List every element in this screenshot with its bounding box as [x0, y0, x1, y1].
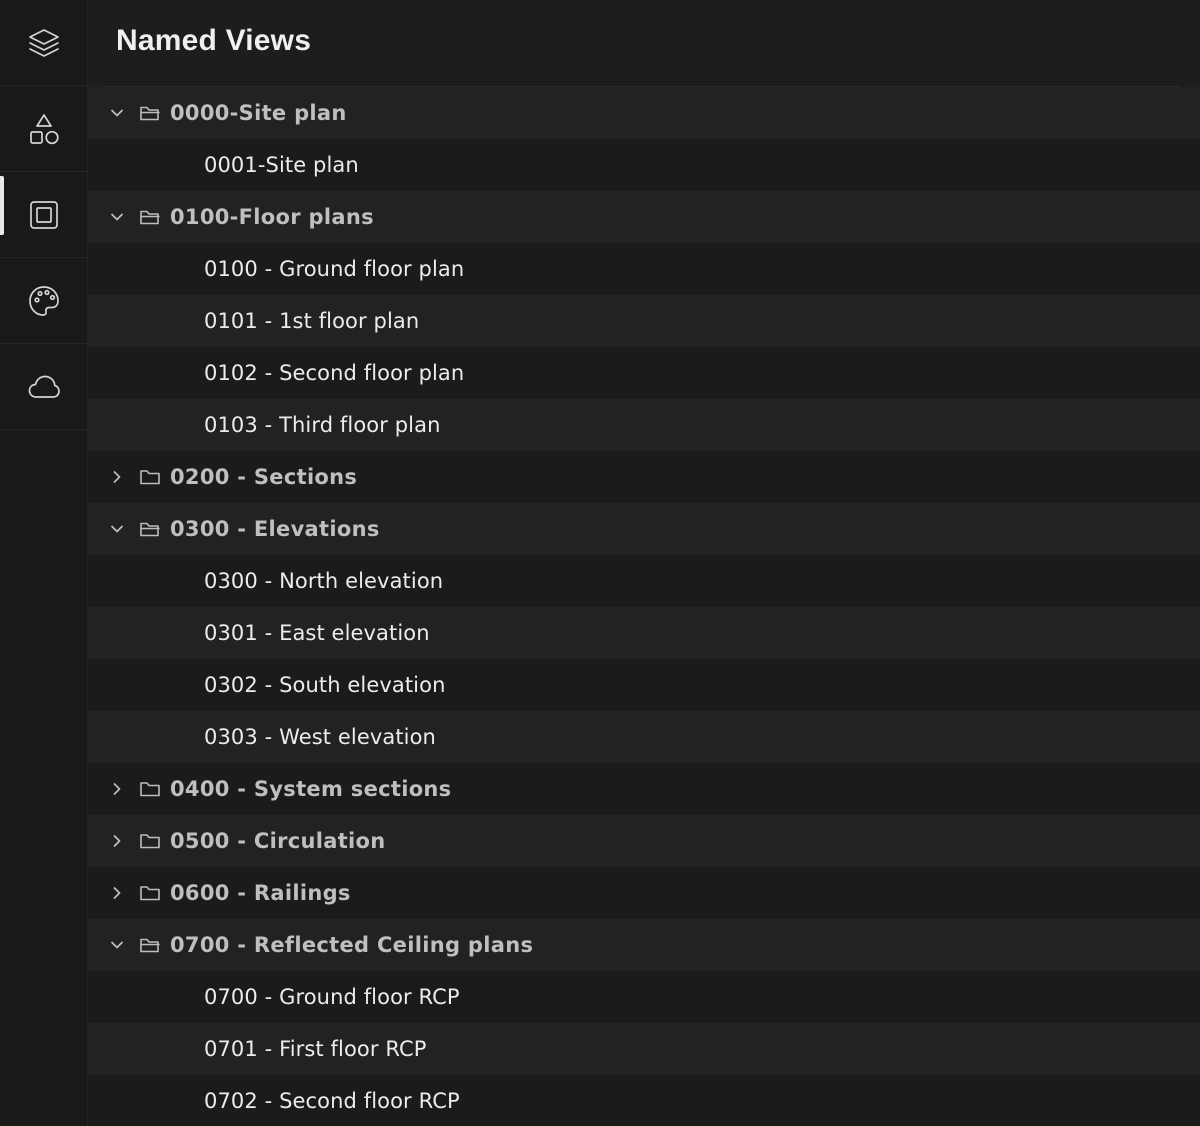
folder-open-icon	[138, 517, 162, 541]
tree-item[interactable]: 0702 - Second floor RCP	[88, 1075, 1200, 1126]
tree-item-label: 0301 - East elevation	[204, 621, 430, 645]
tree-item-label: 0103 - Third floor plan	[204, 413, 441, 437]
tree-item[interactable]: 0300 - North elevation	[88, 555, 1200, 607]
rail-button-shapes[interactable]	[0, 86, 87, 172]
chevron-down-icon[interactable]	[108, 208, 126, 226]
tree-group[interactable]: 0100-Floor plans	[88, 191, 1200, 243]
tree-item[interactable]: 0701 - First floor RCP	[88, 1023, 1200, 1075]
tree-item-label: 0001-Site plan	[204, 153, 359, 177]
tree-group-label: 0600 - Railings	[170, 881, 351, 905]
tree-group-label: 0300 - Elevations	[170, 517, 380, 541]
chevron-down-icon[interactable]	[108, 104, 126, 122]
tree-group-label: 0200 - Sections	[170, 465, 358, 489]
chevron-right-icon[interactable]	[108, 780, 126, 798]
folder-icon	[138, 465, 162, 489]
cloud-icon	[28, 375, 60, 398]
tree-group-label: 0000-Site plan	[170, 101, 347, 125]
tree-group-label: 0700 - Reflected Ceiling plans	[170, 933, 534, 957]
rail-button-named-views[interactable]	[0, 172, 87, 258]
chevron-right-icon[interactable]	[108, 468, 126, 486]
tree-item[interactable]: 0700 - Ground floor RCP	[88, 971, 1200, 1023]
tree-group-label: 0500 - Circulation	[170, 829, 386, 853]
tree-item-label: 0300 - North elevation	[204, 569, 444, 593]
shapes-icon	[29, 113, 59, 144]
chevron-right-icon[interactable]	[108, 832, 126, 850]
tree-group[interactable]: 0500 - Circulation	[88, 815, 1200, 867]
tree-group[interactable]: 0700 - Reflected Ceiling plans	[88, 919, 1200, 971]
panel-header: Named Views	[88, 0, 1200, 86]
tree-item[interactable]: 0100 - Ground floor plan	[88, 243, 1200, 295]
layers-icon	[28, 28, 59, 57]
tree-item-label: 0702 - Second floor RCP	[204, 1089, 460, 1113]
folder-open-icon	[138, 101, 162, 125]
chevron-right-icon[interactable]	[108, 884, 126, 902]
tree-item[interactable]: 0301 - East elevation	[88, 607, 1200, 659]
tree-item-label: 0701 - First floor RCP	[204, 1037, 427, 1061]
tree-item[interactable]: 0102 - Second floor plan	[88, 347, 1200, 399]
rail-button-cloud[interactable]	[0, 344, 87, 430]
tree-item-label: 0700 - Ground floor RCP	[204, 985, 460, 1009]
tree-group[interactable]: 0600 - Railings	[88, 867, 1200, 919]
tree-item[interactable]: 0103 - Third floor plan	[88, 399, 1200, 451]
panel-title: Named Views	[116, 24, 312, 57]
square-frame-icon	[29, 200, 58, 229]
tree-group-label: 0400 - System sections	[170, 777, 452, 801]
tree-item-label: 0302 - South elevation	[204, 673, 446, 697]
tree-item-label: 0101 - 1st floor plan	[204, 309, 420, 333]
chevron-down-icon[interactable]	[108, 520, 126, 538]
folder-open-icon	[138, 205, 162, 229]
tree-item-label: 0303 - West elevation	[204, 725, 436, 749]
tree-group[interactable]: 0200 - Sections	[88, 451, 1200, 503]
named-views-tree: 0000-Site plan 0001-Site plan 0100-Floor p…	[88, 87, 1200, 1126]
tree-item-label: 0102 - Second floor plan	[204, 361, 465, 385]
tree-group[interactable]: 0400 - System sections	[88, 763, 1200, 815]
tree-item[interactable]: 0101 - 1st floor plan	[88, 295, 1200, 347]
folder-icon	[138, 777, 162, 801]
tree-item-label: 0100 - Ground floor plan	[204, 257, 465, 281]
app-window: Named Views 0000-Site plan 0001-Site plan…	[0, 0, 1200, 1126]
chevron-down-icon[interactable]	[108, 936, 126, 954]
palette-icon	[28, 285, 59, 316]
named-views-panel: Named Views 0000-Site plan 0001-Site plan…	[88, 0, 1200, 1126]
rail-button-layers[interactable]	[0, 0, 87, 86]
tree-group[interactable]: 0000-Site plan	[88, 87, 1200, 139]
tree-item[interactable]: 0302 - South elevation	[88, 659, 1200, 711]
tree-item[interactable]: 0001-Site plan	[88, 139, 1200, 191]
tree-item[interactable]: 0303 - West elevation	[88, 711, 1200, 763]
tree-group-label: 0100-Floor plans	[170, 205, 374, 229]
folder-icon	[138, 829, 162, 853]
tree-group[interactable]: 0300 - Elevations	[88, 503, 1200, 555]
rail-button-palette[interactable]	[0, 258, 87, 344]
folder-icon	[138, 881, 162, 905]
side-rail	[0, 0, 88, 1126]
folder-open-icon	[138, 933, 162, 957]
